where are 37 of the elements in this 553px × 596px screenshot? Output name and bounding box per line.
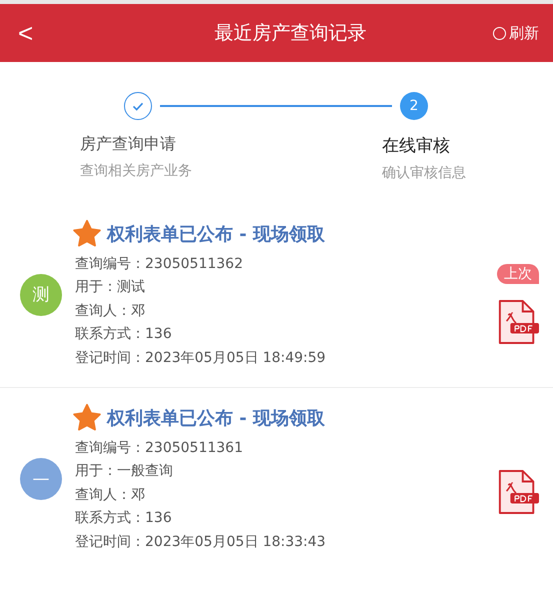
step-title: 房产查询申请 — [80, 134, 177, 155]
step-number: 2 — [400, 92, 428, 120]
field-value: 136 — [145, 326, 172, 342]
step-subtitle: 查询相关房产业务 — [80, 162, 192, 180]
field-value: 测试 — [117, 279, 145, 296]
field-label: 查询编号： — [75, 256, 145, 272]
field-label: 查询编号： — [75, 440, 145, 456]
back-button[interactable]: < — [0, 18, 60, 48]
star-icon — [72, 218, 102, 249]
avatar: 测 — [20, 274, 62, 316]
field-label: 用于： — [75, 463, 117, 480]
field-label: 登记时间： — [75, 350, 145, 366]
avatar: — — [20, 458, 62, 500]
field-value: 2023年05月05日 18:49:59 — [145, 350, 326, 366]
field-label: 联系方式： — [75, 510, 145, 526]
refresh-button[interactable]: 刷新 — [493, 24, 553, 42]
field-value: 邓 — [131, 486, 145, 503]
field-value: 136 — [145, 510, 172, 526]
step-title: 在线审核 — [382, 135, 451, 157]
badge: 上次 — [497, 264, 539, 284]
page-title: 最近房产查询记录 — [214, 21, 368, 46]
field-value: 23050511361 — [145, 440, 243, 456]
field-value: 2023年05月05日 18:33:43 — [145, 534, 326, 550]
star-icon — [72, 402, 102, 433]
field-value: 一般查询 — [117, 463, 173, 480]
record-title: 权利表单已公布 - 现场领取 — [107, 222, 326, 246]
field-label: 联系方式： — [75, 326, 145, 342]
record-title: 权利表单已公布 - 现场领取 — [107, 406, 326, 430]
step-subtitle: 确认审核信息 — [382, 164, 466, 182]
field-label: 查询人： — [75, 302, 131, 319]
field-label: 登记时间： — [75, 534, 145, 550]
field-value: 23050511362 — [145, 256, 243, 272]
field-label: 查询人： — [75, 486, 131, 503]
field-label: 用于： — [75, 279, 117, 296]
pdf-file-icon[interactable] — [497, 298, 539, 346]
field-value: 邓 — [131, 302, 145, 319]
pdf-file-icon[interactable] — [497, 468, 539, 516]
